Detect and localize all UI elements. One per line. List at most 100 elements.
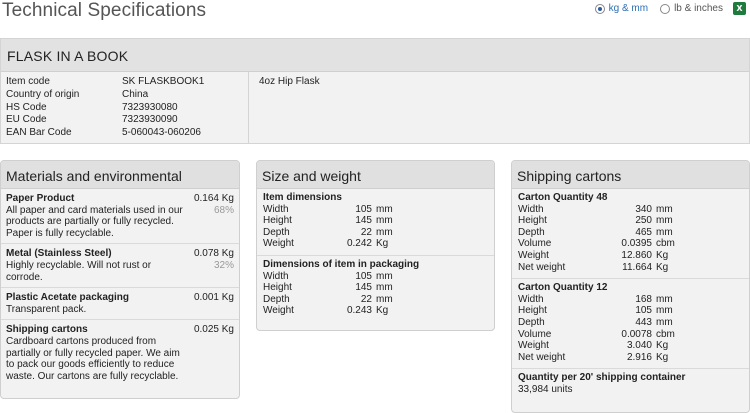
carton-row: Width 168 mm	[518, 294, 743, 306]
carton-unit: cbm	[656, 238, 675, 250]
dim-label: Width	[263, 270, 289, 282]
dim-unit: Kg	[376, 305, 389, 317]
dim-label: Height	[263, 215, 292, 227]
metric-label[interactable]: kg & mm	[609, 3, 648, 14]
carton-unit: mm	[656, 305, 673, 317]
carton-value: 105	[635, 305, 652, 317]
imperial-label[interactable]: lb & inches	[674, 3, 723, 14]
metric-radio[interactable]	[594, 3, 605, 14]
dim-row: Height 145 mm	[263, 215, 488, 227]
carton-value: 0.0395	[621, 238, 652, 250]
material-weight: 0.164 Kg	[193, 193, 234, 204]
material-desc: Highly recyclable. Will not rust or corr…	[6, 259, 152, 283]
material-name: Plastic Acetate packaging	[6, 292, 130, 304]
dim-row: Depth 22 mm	[263, 294, 488, 306]
dim-label: Weight	[263, 305, 294, 317]
carton-row: Weight 12.860 Kg	[518, 250, 743, 262]
field-value-hs-code: 7323930080	[122, 101, 178, 113]
dim-value: 22	[360, 226, 372, 238]
field-label-eu-code: EU Code	[6, 114, 47, 126]
carton-unit: Kg	[656, 340, 669, 352]
carton-label: Weight	[518, 340, 549, 352]
carton-row: Net weight 11.664 Kg	[518, 262, 743, 274]
dim-value: 105	[355, 203, 372, 215]
carton-label: Net weight	[518, 261, 566, 273]
dim-row: Width 105 mm	[263, 271, 488, 283]
dim-unit: mm	[376, 226, 393, 238]
carton-unit: mm	[656, 215, 673, 227]
material-percent: 68%	[213, 204, 234, 216]
carton-12-title: Carton Quantity 12	[518, 282, 608, 294]
dim-unit: mm	[376, 215, 393, 227]
shipping-title: Shipping cartons	[512, 161, 749, 189]
carton-value: 12.860	[621, 249, 652, 261]
dim-value: 0.243	[346, 305, 372, 317]
carton-48-title: Carton Quantity 48	[518, 192, 608, 203]
carton-value: 2.916	[626, 351, 652, 363]
dim-label: Height	[263, 282, 292, 294]
field-value-item-code: SK FLASKBOOK1	[122, 76, 205, 87]
carton-unit: Kg	[656, 249, 669, 261]
size-panel: Size and weight Item dimensions Width 105…	[256, 160, 495, 331]
field-value-ean: 5-060043-060206	[122, 127, 201, 139]
imperial-radio[interactable]	[660, 3, 671, 14]
dim-row: Weight 0.242 Kg	[263, 238, 488, 250]
carton-unit: mm	[656, 293, 673, 305]
dim-label: Depth	[263, 293, 290, 305]
carton-unit: mm	[656, 203, 673, 215]
carton-unit: mm	[656, 316, 673, 328]
material-desc: Transparent pack.	[6, 303, 87, 315]
product-panel: FLASK IN A BOOK Item code SK FLASKBOOK1 …	[0, 38, 750, 144]
excel-export-icon[interactable]: X	[733, 2, 746, 15]
dim-unit: mm	[376, 203, 393, 215]
dim-value: 105	[355, 270, 372, 282]
field-label-country: Country of origin	[6, 88, 80, 100]
product-details: Item code SK FLASKBOOK1 Country of origi…	[1, 72, 249, 144]
dim-value: 145	[355, 282, 372, 294]
dim-label: Weight	[263, 238, 294, 250]
material-item: Plastic Acetate packaging 0.001 Kg Trans…	[1, 288, 239, 321]
carton-unit: cbm	[656, 328, 675, 340]
field-value-eu-code: 7323930090	[122, 114, 178, 126]
material-percent: 32%	[213, 259, 234, 271]
carton-unit: Kg	[656, 261, 669, 273]
carton-label: Width	[518, 203, 544, 215]
dim-value: 22	[360, 293, 372, 305]
field-label-hs-code: HS Code	[6, 101, 47, 113]
carton-label: Net weight	[518, 351, 566, 363]
carton-value: 443	[635, 316, 652, 328]
carton-label: Width	[518, 293, 544, 305]
field-value-country: China	[122, 88, 149, 100]
dim-row: Height 145 mm	[263, 282, 488, 294]
field-label-item-code: Item code	[6, 76, 50, 87]
carton-label: Depth	[518, 226, 545, 238]
dim-unit: Kg	[376, 238, 389, 250]
carton-label: Height	[518, 305, 547, 317]
carton-label: Height	[518, 215, 547, 227]
carton-label: Volume	[518, 238, 552, 250]
packaging-dimensions-title: Dimensions of item in packaging	[263, 258, 420, 270]
material-name: Shipping cartons	[6, 324, 88, 336]
dim-label: Depth	[263, 226, 290, 238]
shipping-panel: Shipping cartons Carton Quantity 48 Widt…	[511, 160, 750, 413]
material-desc: All paper and card materials used in our…	[6, 204, 183, 239]
page-title: Technical Specifications	[2, 0, 207, 21]
carton-value: 465	[635, 226, 652, 238]
product-description: 4oz Hip Flask	[259, 76, 320, 87]
carton-row: Depth 443 mm	[518, 317, 743, 329]
carton-value: 168	[635, 293, 652, 305]
carton-row: Height 105 mm	[518, 305, 743, 317]
item-dimensions: Item dimensions Width 105 mm Height 145 mm D…	[257, 189, 494, 256]
product-name: FLASK IN A BOOK	[1, 39, 749, 72]
carton-label: Depth	[518, 316, 545, 328]
dim-value: 0.242	[346, 238, 372, 250]
carton-value: 340	[635, 203, 652, 215]
dim-unit: mm	[376, 282, 393, 294]
unit-option-metric[interactable]: kg & mm	[594, 3, 648, 14]
material-item: Paper Product 0.164 Kg All paper and car…	[1, 189, 239, 245]
carton-label: Volume	[518, 328, 552, 340]
container-quantity: Quantity per 20' shipping container 33,9…	[512, 369, 749, 400]
field-label-ean: EAN Bar Code	[6, 127, 72, 139]
material-weight: 0.025 Kg	[193, 324, 234, 336]
unit-option-imperial[interactable]: lb & inches	[660, 3, 723, 14]
